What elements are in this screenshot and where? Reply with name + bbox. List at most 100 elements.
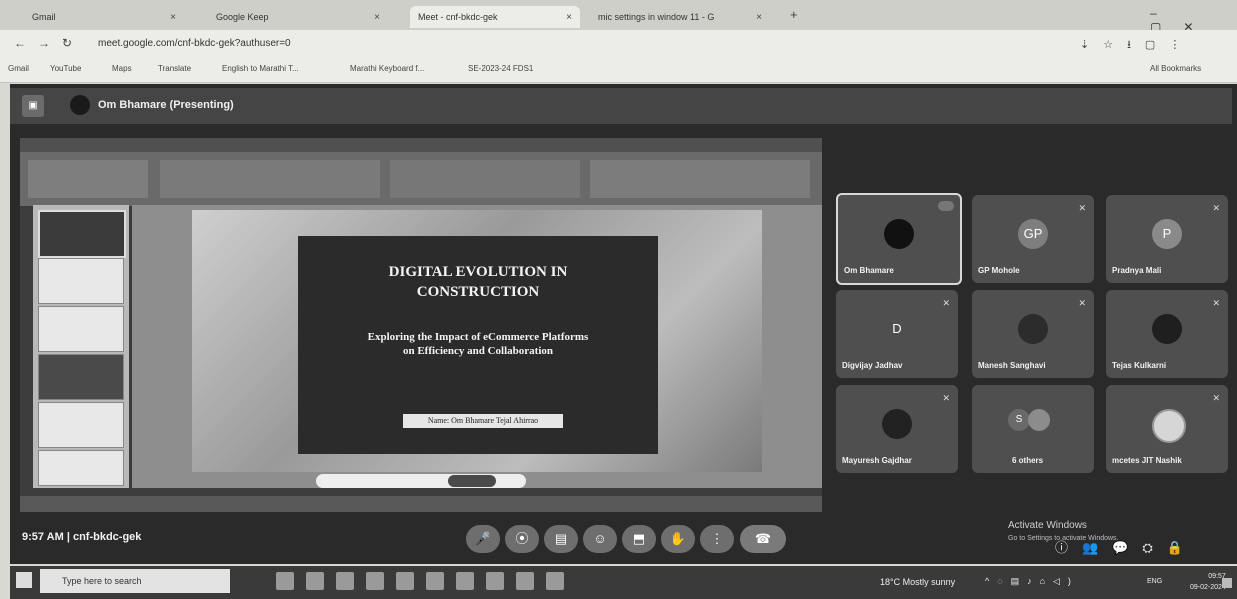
participant-tile[interactable]: GP ✕ GP Mohole <box>972 195 1094 283</box>
mic-off-icon: ✕ <box>1212 298 1220 308</box>
end-call-button[interactable]: ☎ <box>740 525 786 553</box>
participant-tile[interactable]: ✕ Mayuresh Gajdhar <box>836 385 958 473</box>
close-icon[interactable]: × <box>756 12 762 23</box>
bookmark-item[interactable]: Translate <box>158 64 191 73</box>
url-field[interactable]: meet.google.com/cnf-bkdc-gek?authuser=0 <box>98 35 798 53</box>
close-icon[interactable]: × <box>374 12 380 23</box>
weather-widget[interactable]: 18°C Mostly sunny <box>880 577 955 587</box>
toolbar-icons-icon[interactable]: ⇣☆⭳▢⋮ <box>1080 36 1194 55</box>
participant-tile[interactable]: ✕ mcetes JIT Nashik <box>1106 385 1228 473</box>
avatar: P <box>1152 219 1182 249</box>
meet-side-icons-icon[interactable]: ⓘ👥💬⛭🔒 <box>1055 537 1197 556</box>
avatar <box>1152 409 1186 443</box>
taskbar-search[interactable]: Type here to search <box>40 569 230 593</box>
bookmark-item[interactable]: English to Marathi T... <box>222 64 299 73</box>
participant-name: Tejas Kulkarni <box>1112 361 1167 370</box>
tab-google-keep[interactable]: Google Keep × <box>208 6 388 28</box>
participant-tile[interactable]: Om Bhamare <box>836 193 962 285</box>
raise-hand-button[interactable]: ✋ <box>661 525 695 553</box>
slide-title-line1: DIGITAL EVOLUTION IN <box>388 264 568 280</box>
taskbar-app-icon[interactable] <box>276 572 294 590</box>
taskbar-app-icon[interactable] <box>336 572 354 590</box>
bookmark-item[interactable]: Gmail <box>8 64 29 73</box>
participant-name: Manesh Sanghavi <box>978 361 1046 370</box>
avatar <box>882 409 912 439</box>
avatar: S <box>1008 409 1030 431</box>
emoji-button[interactable]: ☺ <box>583 525 617 553</box>
taskbar-clock[interactable]: 09:57 09-02-2024 <box>1190 571 1226 593</box>
avatar: D <box>882 314 912 344</box>
close-icon[interactable]: × <box>170 12 176 23</box>
mic-off-icon: ✕ <box>1078 203 1086 213</box>
slide-footer: Name: Om Bhamare Tejal Ahirrao <box>403 414 563 428</box>
avatar <box>1152 314 1182 344</box>
taskbar-app-icon[interactable] <box>426 572 444 590</box>
participant-name: Pradnya Mali <box>1112 266 1162 275</box>
present-button[interactable]: ⬒ <box>622 525 656 553</box>
taskbar-app-icon[interactable] <box>486 572 504 590</box>
participant-tile[interactable]: D ✕ Digvijay Jadhav <box>836 290 958 378</box>
participant-tile[interactable]: ✕ Tejas Kulkarni <box>1106 290 1228 378</box>
language-indicator[interactable]: ENG <box>1147 578 1162 585</box>
clock-time: 09:57 <box>1208 573 1226 580</box>
participant-name: 6 others <box>1012 456 1044 465</box>
layout-icon[interactable]: ▣ <box>22 95 44 117</box>
presenter-avatar <box>70 95 90 115</box>
camera-button[interactable]: ⦿ <box>505 525 539 553</box>
mic-off-icon: ✕ <box>1212 203 1220 213</box>
bookmark-item[interactable]: Marathi Keyboard f... <box>350 64 424 73</box>
participant-tile[interactable]: P ✕ Pradnya Mali <box>1106 195 1228 283</box>
more-options-button[interactable]: ⋮ <box>700 525 734 553</box>
bookmark-item[interactable]: YouTube <box>50 64 81 73</box>
activate-windows-title: Activate Windows <box>1008 520 1087 531</box>
taskbar-app-icon[interactable] <box>306 572 324 590</box>
participant-name: Digvijay Jadhav <box>842 361 903 370</box>
participant-tile[interactable]: ✕ Manesh Sanghavi <box>972 290 1094 378</box>
participant-tile[interactable]: S 6 others <box>972 385 1094 473</box>
close-icon[interactable]: × <box>566 12 572 23</box>
windows-start-icon[interactable] <box>16 572 32 588</box>
slide-thumbnail[interactable] <box>38 354 124 400</box>
taskbar-app-icon[interactable] <box>396 572 414 590</box>
avatar <box>884 219 914 249</box>
clock-date: 09-02-2024 <box>1190 584 1226 591</box>
mic-off-icon: ✕ <box>1078 298 1086 308</box>
slide-thumbnail[interactable] <box>38 210 126 258</box>
nav-arrows-icon[interactable]: ←→↻ <box>14 36 84 50</box>
tab-gmail[interactable]: Gmail × <box>24 6 184 28</box>
avatar <box>1018 314 1048 344</box>
slide-thumbnail[interactable] <box>38 450 124 486</box>
taskbar-app-icon[interactable] <box>516 572 534 590</box>
new-tab-icon[interactable]: + <box>790 7 798 22</box>
tab-meet[interactable]: Meet - cnf-bkdc-gek × <box>410 6 580 28</box>
powerpoint-ribbon <box>20 138 822 206</box>
participant-name: Mayuresh Gajdhar <box>842 456 912 465</box>
participant-name: Om Bhamare <box>844 266 894 275</box>
stop-sharing-button[interactable] <box>448 475 496 487</box>
captions-button[interactable]: ▤ <box>544 525 578 553</box>
avatar <box>1028 409 1050 431</box>
taskbar-app-icon[interactable] <box>456 572 474 590</box>
slide-subtitle-line1: Exploring the Impact of eCommerce Platfo… <box>367 331 589 343</box>
bookmark-item[interactable]: Maps <box>112 64 132 73</box>
tab-mic-settings[interactable]: mic settings in window 11 - G × <box>590 6 770 28</box>
taskbar-app-icon[interactable] <box>366 572 384 590</box>
bookmark-item[interactable]: SE-2023-24 FDS1 <box>468 64 533 73</box>
meeting-code: 9:57 AM | cnf-bkdc-gek <box>22 531 142 543</box>
avatar: GP <box>1018 219 1048 249</box>
slide-subtitle-line2: on Efficiency and Collaboration <box>402 345 554 357</box>
taskbar-app-icon[interactable] <box>546 572 564 590</box>
mic-off-icon: ✕ <box>942 393 950 403</box>
all-bookmarks[interactable]: All Bookmarks <box>1150 64 1201 73</box>
slide-thumbnail[interactable] <box>38 258 124 304</box>
mic-off-icon: ✕ <box>1212 393 1220 403</box>
mic-off-icon: ✕ <box>942 298 950 308</box>
notifications-icon[interactable] <box>1222 578 1232 588</box>
shared-taskbar <box>20 496 822 512</box>
slide-thumbnail[interactable] <box>38 306 124 352</box>
more-options-icon[interactable] <box>938 201 954 211</box>
participant-name: mcetes JIT Nashik <box>1112 456 1182 465</box>
slide-thumbnail[interactable] <box>38 402 124 448</box>
mic-button[interactable]: 🎤 <box>466 525 500 553</box>
system-tray-icons-icon[interactable]: ^◌▤♪⌂◁) <box>985 576 1079 587</box>
